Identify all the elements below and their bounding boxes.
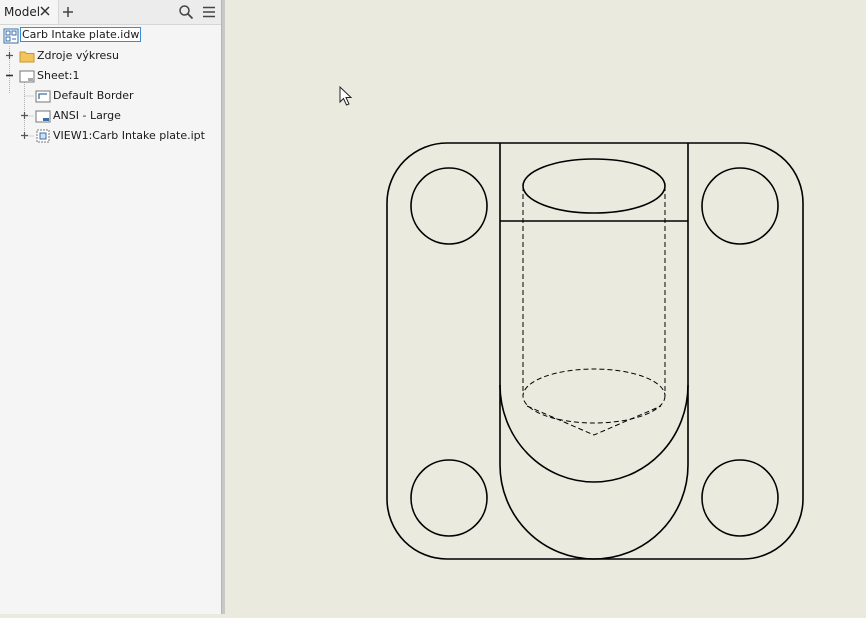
tree-node-border[interactable]: Default Border <box>0 86 221 106</box>
tree-node-label: ANSI - Large <box>53 109 121 122</box>
mouse-cursor-icon <box>339 86 353 106</box>
collapse-minus-icon[interactable] <box>5 71 14 80</box>
bolt-hole-top-left <box>410 167 488 245</box>
port-top-ellipse <box>522 158 666 214</box>
drawing-canvas[interactable] <box>225 0 866 614</box>
model-browser-panel: Model Carb Intake plate.idw Zdroje výkre… <box>0 0 221 614</box>
bolt-hole-top-right <box>701 167 779 245</box>
border-icon <box>35 90 51 103</box>
add-tab-icon[interactable] <box>60 4 76 20</box>
drawing-document-icon <box>3 28 19 44</box>
tree-node-label: VIEW1:Carb Intake plate.ipt <box>53 129 205 142</box>
tree-node-title-block[interactable]: ANSI - Large <box>0 106 221 126</box>
plate-outline <box>386 142 804 560</box>
search-icon[interactable] <box>178 4 194 20</box>
menu-icon[interactable] <box>201 4 217 20</box>
tab-model-label: Model <box>4 5 41 19</box>
tab-model[interactable]: Model <box>0 0 59 24</box>
hidden-drill-point <box>526 405 662 436</box>
tree-node-label: Carb Intake plate.idw <box>20 27 142 42</box>
expand-plus-icon[interactable] <box>5 51 14 60</box>
tree-node-drawing-view[interactable]: VIEW1:Carb Intake plate.ipt <box>0 126 221 146</box>
expand-plus-icon[interactable] <box>20 111 29 120</box>
expand-plus-icon[interactable] <box>20 131 29 140</box>
bolt-hole-bottom-right <box>701 459 779 537</box>
port-outer-slot <box>499 143 689 560</box>
tree-node-document[interactable]: Carb Intake plate.idw <box>0 26 221 46</box>
close-icon[interactable] <box>38 4 52 18</box>
hidden-bottom-ellipse <box>522 368 666 424</box>
browser-tab-bar: Model <box>0 0 221 25</box>
drawing-view-icon <box>36 129 50 143</box>
title-block-icon <box>35 110 51 123</box>
drawing-view-graphic[interactable] <box>225 0 866 614</box>
sheet-icon <box>19 70 35 83</box>
bolt-hole-bottom-left <box>410 459 488 537</box>
tree-node-drawing-resources[interactable]: Zdroje výkresu <box>0 46 221 66</box>
tree-node-label: Sheet:1 <box>37 69 80 82</box>
port-inner-curve <box>499 384 689 483</box>
tree-node-label: Default Border <box>53 89 134 102</box>
folder-icon <box>19 51 35 63</box>
tree-node-label: Zdroje výkresu <box>37 49 119 62</box>
tree-node-sheet[interactable]: Sheet:1 <box>0 66 221 86</box>
